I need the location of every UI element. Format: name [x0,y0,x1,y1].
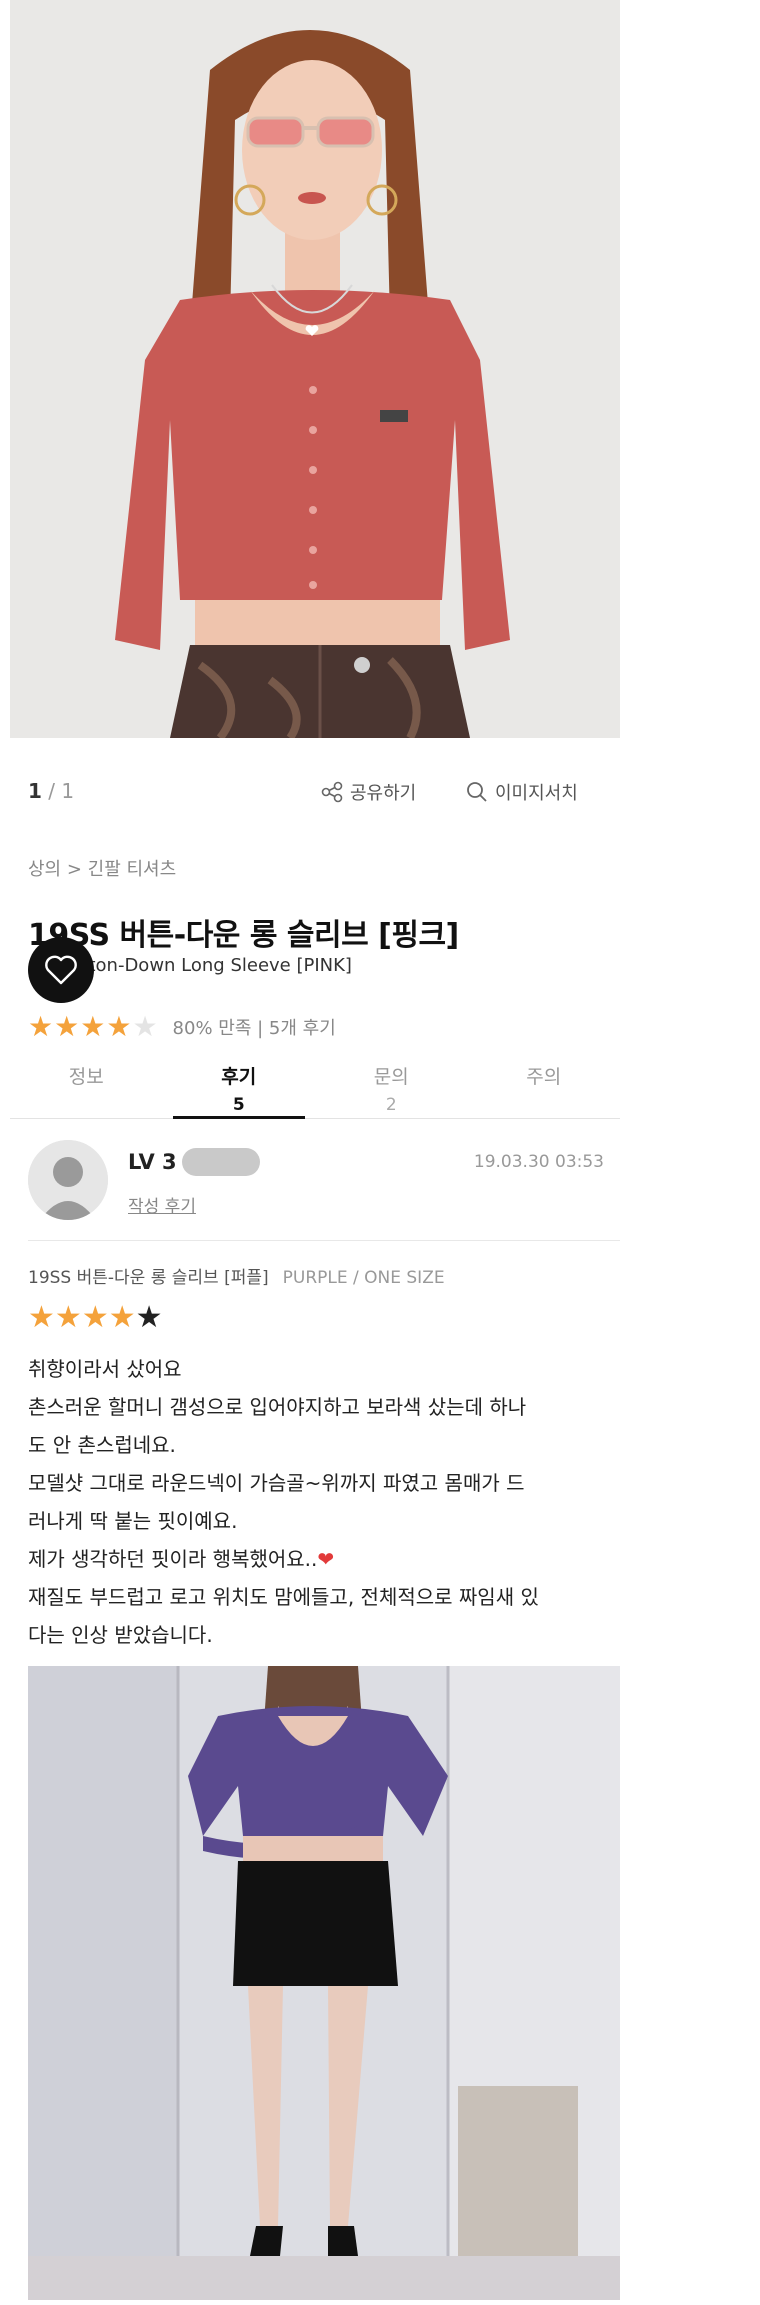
breadcrumb-link[interactable]: 상의 > 긴팔 티셔츠 [28,859,176,880]
product-rating-stars: ★★★★★ [28,1013,159,1041]
review-photo-illustration [28,1666,620,2300]
review-product-name: 19SS 버튼-다운 롱 슬리브 [퍼플] [28,1268,269,1288]
reviewer-level: LV 3 [128,1150,177,1174]
review-line: 다는 인상 받았습니다. [28,1623,213,1647]
review-line: 재질도 부드럽고 로고 위치도 맘에들고, 전체적으로 짜임새 있 [28,1585,539,1609]
review-line-with-heart: 제가 생각하던 핏이라 행복했어요..❤ [28,1540,623,1578]
star-filled-icon: ★ [108,1300,136,1335]
image-pager-row: 1 / 1 공유하기 이미지서치 [10,757,620,817]
product-tabs: 정보 후기 5 문의 2 주의 [10,1050,620,1119]
page-column: 1 / 1 공유하기 이미지서치 상의 > 긴팔 티셔츠 19SS 버튼-다운 … [10,0,620,2305]
review-line: 촌스러운 할머니 갬성으로 입어야지하고 보라색 샀는데 하나 [28,1395,527,1419]
heart-outline-icon [45,955,77,985]
tab-reviews[interactable]: 후기 5 [163,1050,316,1119]
review-option: PURPLE / ONE SIZE [282,1268,445,1288]
product-rating: ★★★★★ 80% 만족 | 5개 후기 [28,1013,336,1041]
star-filled-icon: ★ [28,1300,55,1335]
review-line: 모델샷 그대로 라운드넥이 가슴골~위까지 파였고 몸매가 드 [28,1471,525,1495]
tab-info[interactable]: 정보 [10,1050,163,1118]
review-photo[interactable] [28,1666,620,2300]
review-header: LV 3 작성 후기 19.03.30 03:53 [10,1130,620,1230]
tab-questions[interactable]: 문의 2 [315,1050,468,1118]
tab-caution[interactable]: 주의 [468,1050,621,1118]
tab-label: 정보 [68,1066,104,1088]
review-line: 도 안 촌스럽네요. [28,1433,176,1457]
divider [28,1240,620,1241]
star-filled-icon: ★ [106,1010,133,1043]
tab-count: 2 [385,1095,397,1115]
star-filled-icon: ★ [81,1300,109,1335]
pager-total: / 1 [48,779,75,803]
user-avatar-icon [28,1140,108,1220]
share-icon [321,781,343,803]
image-search-label: 이미지서치 [495,783,578,804]
tab-label: 문의 [373,1066,409,1088]
reviewer-name-masked [182,1148,260,1176]
tab-label: 주의 [526,1066,562,1088]
star-empty-icon: ★ [135,1300,163,1335]
pager-current: 1 [28,779,42,803]
product-title: 19SS 버튼-다운 롱 슬리브 [핑크] [28,918,459,953]
image-search-button[interactable]: 이미지서치 [465,779,578,805]
breadcrumb: 상의 > 긴팔 티셔츠 [28,855,176,881]
product-image[interactable] [10,0,620,738]
written-reviews-link[interactable]: 작성 후기 [128,1192,196,1217]
review-product-option: 19SS 버튼-다운 롱 슬리브 [퍼플] PURPLE / ONE SIZE [28,1263,445,1288]
review-line: 제가 생각하던 핏이라 행복했어요.. [28,1547,318,1571]
avatar [28,1140,108,1220]
review-date: 19.03.30 03:53 [473,1152,604,1172]
model-illustration [10,0,620,738]
wishlist-button[interactable] [28,937,94,1003]
image-pager: 1 / 1 [28,779,74,803]
review-line: 취향이라서 샀어요 [28,1357,182,1381]
tab-label: 후기 [221,1066,257,1088]
product-subtitle: utton-Down Long Sleeve [PINK] [70,955,352,976]
star-empty-icon: ★ [132,1010,159,1043]
share-button[interactable]: 공유하기 [320,779,416,805]
review-line: 러나게 딱 붙는 핏이예요. [28,1509,238,1533]
rating-summary: 80% 만족 | 5개 후기 [172,1018,336,1039]
star-filled-icon: ★ [28,1010,55,1043]
share-label: 공유하기 [350,783,417,804]
tab-count: 5 [232,1095,245,1115]
star-filled-icon: ★ [80,1010,107,1043]
star-filled-icon: ★ [54,1300,82,1335]
review-rating-stars: ★★★★★ [28,1303,163,1333]
review-text: 취향이라서 샀어요 촌스러운 할머니 갬성으로 입어야지하고 보라색 샀는데 하… [28,1350,623,1654]
heart-icon: ❤ [317,1547,335,1571]
star-filled-icon: ★ [54,1010,81,1043]
search-icon [467,782,487,802]
